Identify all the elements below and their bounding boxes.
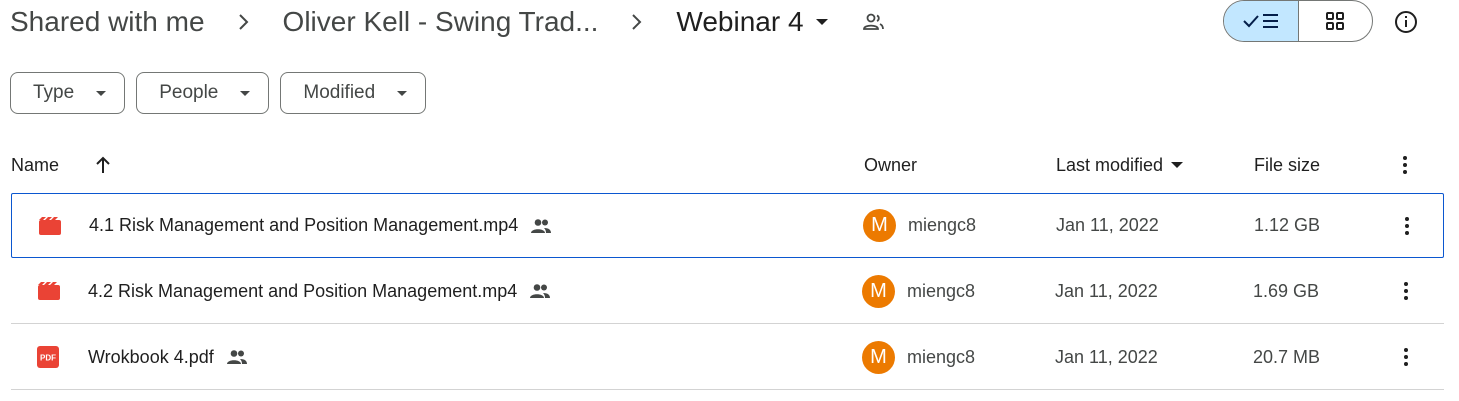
owner-name: miengc8 (907, 346, 976, 367)
owner-name: miengc8 (908, 215, 977, 235)
modified-date: Jan 11, 2022 (1055, 280, 1158, 301)
file-size: 1.69 GB (1253, 280, 1320, 301)
view-toggle (1223, 0, 1373, 42)
chevron-right-icon (598, 13, 676, 31)
breadcrumb: Shared with me Oliver Kell - Swing Trad.… (10, 0, 886, 44)
breadcrumb-shared-with-me[interactable]: Shared with me (10, 6, 205, 38)
table-row[interactable]: PDF Wrokbook 4.pdf M miengc8 Jan 11, 202… (11, 325, 1444, 390)
owner-cell: M miengc8 (862, 259, 975, 323)
last-modified-label: Last modified (1056, 154, 1164, 175)
caret-down-icon (240, 90, 251, 96)
kebab-icon (1397, 154, 1413, 176)
column-header-name[interactable]: Name (11, 140, 59, 190)
video-file-icon (38, 194, 62, 257)
column-header-owner[interactable]: Owner (864, 140, 917, 190)
chevron-right-icon (205, 13, 283, 31)
caret-down-icon (96, 90, 107, 96)
caret-down-icon (397, 90, 408, 96)
avatar: M (863, 209, 896, 242)
filter-modified-label: Modified (303, 82, 376, 103)
file-name-label: 4.2 Risk Management and Position Managem… (88, 280, 518, 301)
filter-type-label: Type (33, 82, 75, 103)
grid-view-button[interactable] (1299, 1, 1373, 41)
file-name: Wrokbook 4.pdf (88, 325, 248, 389)
avatar: M (862, 340, 895, 374)
filter-modified-chip[interactable]: Modified (280, 72, 427, 114)
table-row[interactable]: 4.2 Risk Management and Position Managem… (11, 259, 1444, 324)
file-name-label: Wrokbook 4.pdf (88, 346, 214, 367)
filter-chips: Type People Modified (10, 72, 427, 114)
breadcrumb-current-folder[interactable]: Webinar 4 (676, 6, 828, 38)
list-view-button[interactable] (1224, 1, 1299, 41)
file-name: 4.2 Risk Management and Position Managem… (88, 259, 551, 323)
modified-date: Jan 11, 2022 (1056, 215, 1159, 235)
breadcrumb-parent-folder[interactable]: Oliver Kell - Swing Trad... (283, 6, 599, 38)
filter-type-chip[interactable]: Type (10, 72, 126, 114)
file-size: 1.12 GB (1254, 215, 1321, 235)
kebab-icon (1399, 215, 1415, 237)
row-more-actions-button[interactable] (1398, 325, 1414, 389)
current-folder-label: Webinar 4 (676, 6, 804, 37)
info-button[interactable] (1392, 8, 1420, 36)
sort-arrow-up-icon[interactable] (94, 140, 112, 190)
info-icon (1395, 11, 1417, 33)
table-header: Name Owner Last modified File size (0, 140, 1444, 190)
pdf-file-icon: PDF (37, 325, 59, 389)
owner-name: miengc8 (907, 280, 976, 301)
row-more-actions-button[interactable] (1399, 194, 1415, 257)
check-list-icon (1243, 14, 1278, 28)
kebab-icon (1398, 280, 1414, 302)
owner-cell: M miengc8 (863, 194, 976, 257)
file-size: 20.7 MB (1253, 346, 1321, 367)
modified-date: Jan 11, 2022 (1055, 346, 1158, 367)
shared-people-icon (530, 218, 552, 234)
shared-people-icon (226, 349, 248, 365)
column-header-file-size[interactable]: File size (1254, 140, 1320, 190)
filter-people-chip[interactable]: People (136, 72, 270, 114)
more-options-button[interactable] (1397, 140, 1413, 190)
grid-icon (1326, 12, 1345, 30)
file-name: 4.1 Risk Management and Position Managem… (89, 194, 552, 257)
caret-down-icon (815, 19, 828, 25)
pdf-badge-text: PDF (40, 354, 56, 363)
filter-people-label: People (159, 82, 219, 103)
shared-people-icon (529, 283, 551, 299)
video-file-icon (37, 259, 61, 323)
column-header-last-modified[interactable]: Last modified (1056, 140, 1184, 190)
owner-cell: M miengc8 (862, 325, 975, 389)
kebab-icon (1398, 346, 1414, 368)
shared-people-icon (862, 13, 886, 31)
row-more-actions-button[interactable] (1398, 259, 1414, 323)
caret-down-icon (1171, 162, 1184, 168)
file-name-label: 4.1 Risk Management and Position Managem… (89, 215, 519, 235)
table-row[interactable]: 4.1 Risk Management and Position Managem… (11, 193, 1444, 258)
avatar: M (862, 274, 895, 308)
